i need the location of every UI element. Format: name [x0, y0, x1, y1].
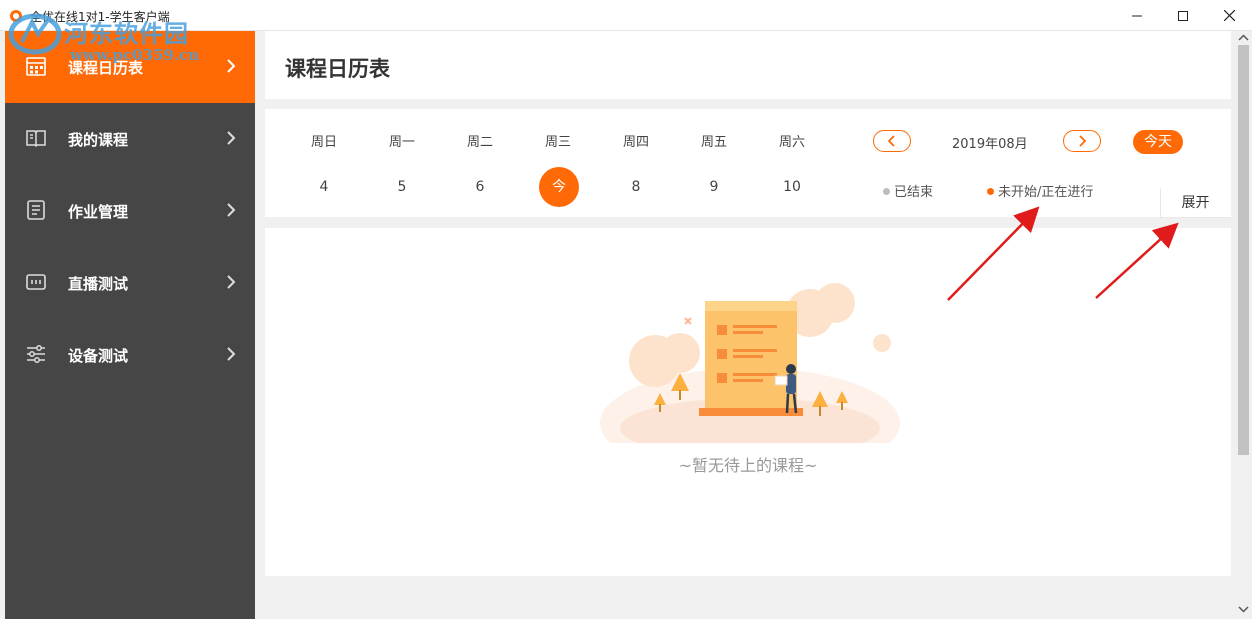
expand-button[interactable]: 展开 — [1160, 188, 1230, 218]
sidebar-item-live-test[interactable]: 直播测试 — [5, 247, 255, 319]
calendar-icon — [26, 57, 46, 76]
sidebar-item-label: 直播测试 — [68, 275, 129, 293]
chevron-right-icon — [227, 347, 236, 361]
legend-upcoming: 未开始/正在进行 — [987, 181, 1093, 200]
minimize-icon — [1132, 15, 1142, 16]
status-dot — [883, 188, 890, 195]
course-list-panel: ~暂无待上的课程~ — [265, 228, 1231, 576]
sidebar-item-my-courses[interactable]: 我的课程 — [5, 103, 255, 175]
chevron-right-icon — [1079, 135, 1087, 147]
chevron-right-icon — [227, 131, 236, 145]
page-title: 课程日历表 — [285, 57, 390, 81]
chevron-right-icon — [227, 275, 236, 289]
sidebar-item-label: 设备测试 — [68, 347, 129, 365]
monitor-icon — [26, 274, 46, 290]
minimize-button[interactable] — [1114, 0, 1160, 31]
document-icon — [27, 200, 45, 220]
calendar-day[interactable]: 10 — [762, 179, 822, 195]
legend-ended: 已结束 — [883, 181, 933, 200]
prev-week-button[interactable] — [873, 130, 911, 152]
calendar-day-today[interactable]: 今 — [539, 167, 579, 207]
calendar-day[interactable]: 6 — [450, 179, 510, 195]
weekday-label: 周五 — [700, 135, 727, 150]
scrollbar-thumb[interactable] — [1238, 45, 1249, 455]
maximize-button[interactable] — [1160, 0, 1206, 31]
weekday-label: 周三 — [544, 135, 571, 150]
today-button[interactable]: 今天 — [1133, 130, 1183, 154]
sidebar-item-homework[interactable]: 作业管理 — [5, 175, 255, 247]
close-icon — [1223, 10, 1235, 21]
weekday-label: 周二 — [466, 135, 493, 150]
current-month: 2019年08月 — [952, 137, 1028, 152]
weekday-label: 周六 — [778, 135, 805, 150]
empty-state-text: ~暂无待上的课程~ — [678, 456, 818, 475]
maximize-icon — [1178, 10, 1188, 21]
empty-state-illustration — [600, 283, 900, 443]
legend-label: 未开始/正在进行 — [998, 185, 1094, 200]
sidebar-item-label: 作业管理 — [68, 203, 129, 221]
status-dot — [987, 188, 994, 195]
scroll-up-arrow-icon[interactable] — [1236, 33, 1251, 43]
sidebar-item-label: 我的课程 — [68, 131, 129, 149]
calendar-day[interactable]: 9 — [684, 179, 744, 195]
chevron-left-icon — [887, 135, 895, 147]
page-header: 课程日历表 — [265, 31, 1231, 99]
weekday-label: 周一 — [388, 135, 415, 150]
weekday-label: 周日 — [310, 135, 337, 150]
chevron-right-icon — [227, 203, 236, 217]
watermark-logo — [8, 13, 62, 55]
sliders-icon — [27, 345, 45, 363]
calendar-day[interactable]: 8 — [606, 179, 666, 195]
weekday-label: 周四 — [622, 135, 649, 150]
close-button[interactable] — [1206, 0, 1252, 31]
watermark-url: www.pc0359.cn — [70, 46, 200, 64]
calendar-day[interactable]: 4 — [294, 179, 354, 195]
book-icon — [26, 130, 46, 148]
next-week-button[interactable] — [1063, 130, 1101, 152]
scroll-down-arrow-icon[interactable] — [1236, 604, 1251, 614]
watermark-title: 河东软件园 — [64, 19, 189, 48]
week-calendar: 周日 周一 周二 周三 周四 周五 周六 4 5 6 今 8 9 10 2019… — [265, 109, 1231, 217]
sidebar-item-device-test[interactable]: 设备测试 — [5, 319, 255, 391]
calendar-day[interactable]: 5 — [372, 179, 432, 195]
legend-label: 已结束 — [894, 185, 934, 200]
sidebar: 课程日历表 我的课程 作业管理 直播测试 设备测试 — [5, 31, 255, 619]
chevron-right-icon — [227, 59, 236, 73]
